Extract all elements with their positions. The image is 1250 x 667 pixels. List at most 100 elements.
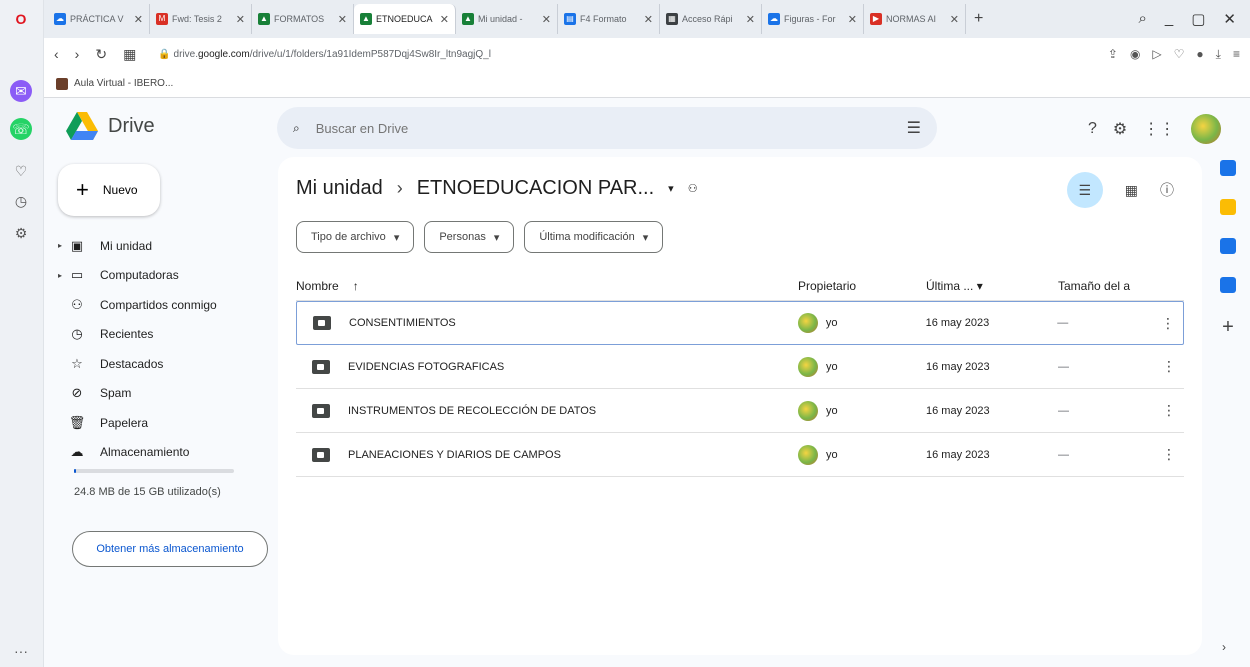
table-row[interactable]: EVIDENCIAS FOTOGRAFICAS yo 16 may 2023 — ⋮ bbox=[296, 345, 1184, 389]
owner-avatar bbox=[797, 313, 818, 333]
url-prefix: drive. bbox=[173, 48, 198, 60]
tasks-icon[interactable] bbox=[1220, 238, 1236, 254]
more-actions-icon[interactable]: ⋮ bbox=[1154, 358, 1184, 375]
search-tabs-icon[interactable]: ⌕ bbox=[1138, 10, 1146, 28]
heart-icon[interactable]: ♡ bbox=[10, 160, 32, 182]
sidebar-item[interactable]: ◷ Recientes bbox=[58, 320, 268, 350]
filter-chip[interactable]: Última modificación ▾ bbox=[524, 221, 664, 253]
whatsapp-icon[interactable]: ☏ bbox=[10, 118, 32, 140]
close-window-icon[interactable]: ✕ bbox=[1223, 10, 1236, 28]
history-icon[interactable]: ◷ bbox=[10, 190, 32, 212]
browser-tab[interactable]: ▲ ETNOEDUCA ✕ bbox=[354, 4, 456, 34]
filter-chip[interactable]: Tipo de archivo ▾ bbox=[296, 221, 415, 253]
search-options-icon[interactable]: ☰ bbox=[907, 118, 921, 138]
browser-tab[interactable]: ▤ F4 Formato ✕ bbox=[558, 4, 660, 34]
sidebar-item[interactable]: ▸ ▣ Mi unidad bbox=[58, 231, 268, 261]
more-actions-icon[interactable]: ⋮ bbox=[1154, 402, 1184, 419]
close-tab-icon[interactable]: ✕ bbox=[950, 13, 959, 26]
close-tab-icon[interactable]: ✕ bbox=[848, 13, 857, 26]
bookmark-link[interactable]: Aula Virtual - IBERO... bbox=[74, 78, 173, 89]
expand-caret-icon[interactable]: ▸ bbox=[58, 241, 66, 250]
column-modified[interactable]: Última ... ▾ bbox=[926, 279, 1058, 293]
table-row[interactable]: CONSENTIMIENTOS yo 16 may 2023 — ⋮ bbox=[296, 301, 1184, 345]
apps-grid-icon[interactable]: ⋮⋮ bbox=[1143, 119, 1175, 139]
more-actions-icon[interactable]: ⋮ bbox=[1154, 446, 1184, 463]
browser-tab[interactable]: ▦ Acceso Rápi ✕ bbox=[660, 4, 762, 34]
avatar[interactable] bbox=[1191, 114, 1222, 144]
get-more-storage-button[interactable]: Obtener más almacenamiento bbox=[72, 531, 268, 567]
tab-overview-icon[interactable]: ▦ bbox=[123, 46, 136, 63]
more-actions-icon[interactable]: ⋮ bbox=[1153, 315, 1183, 332]
filter-chip[interactable]: Personas ▾ bbox=[424, 221, 515, 253]
opera-logo-icon[interactable]: O bbox=[10, 8, 32, 30]
sidebar-item[interactable]: ☁ Almacenamiento bbox=[58, 438, 268, 468]
more-icon[interactable]: ··· bbox=[10, 640, 32, 662]
file-name[interactable]: CONSENTIMIENTOS bbox=[349, 317, 456, 329]
expand-caret-icon[interactable]: ▸ bbox=[58, 271, 66, 280]
close-tab-icon[interactable]: ✕ bbox=[542, 13, 551, 26]
close-tab-icon[interactable]: ✕ bbox=[644, 13, 653, 26]
sidebar-item[interactable]: ▸ ▭ Computadoras bbox=[58, 261, 268, 291]
shared-folder-icon bbox=[313, 316, 331, 330]
new-tab-button[interactable]: + bbox=[966, 10, 991, 28]
send-icon[interactable]: ▷ bbox=[1152, 47, 1161, 62]
grid-view-icon[interactable]: ▦ bbox=[1125, 182, 1138, 199]
browser-tab[interactable]: ▲ Mi unidad - ✕ bbox=[456, 4, 558, 34]
close-tab-icon[interactable]: ✕ bbox=[440, 13, 449, 26]
help-icon[interactable]: ? bbox=[1088, 120, 1097, 138]
browser-tab[interactable]: ▲ FORMATOS ✕ bbox=[252, 4, 354, 34]
folder-dropdown-icon[interactable]: ▾ bbox=[668, 182, 674, 195]
keep-icon[interactable] bbox=[1220, 199, 1236, 215]
sidebar-item[interactable]: ⚇ Compartidos conmigo bbox=[58, 290, 268, 320]
breadcrumb-current-folder[interactable]: ETNOEDUCACION PAR... bbox=[417, 177, 654, 200]
info-icon[interactable]: ⓘ bbox=[1160, 180, 1174, 200]
sidebar-item[interactable]: 🗑 Papelera bbox=[58, 408, 268, 438]
column-size[interactable]: Tamaño del a bbox=[1058, 279, 1154, 293]
file-name[interactable]: PLANEACIONES Y DIARIOS DE CAMPOS bbox=[348, 449, 561, 461]
calendar-icon[interactable] bbox=[1220, 160, 1236, 176]
close-tab-icon[interactable]: ✕ bbox=[236, 13, 245, 26]
browser-tab[interactable]: ▶ NORMAS AI ✕ bbox=[864, 4, 966, 34]
sort-arrow-icon[interactable]: ↑ bbox=[353, 279, 359, 293]
sidebar-item[interactable]: ☆ Destacados bbox=[58, 349, 268, 379]
column-owner[interactable]: Propietario bbox=[798, 279, 926, 293]
snapshot-icon[interactable]: ◉ bbox=[1130, 47, 1140, 62]
download-icon[interactable]: ⤓ bbox=[1216, 47, 1221, 62]
breadcrumb-root[interactable]: Mi unidad bbox=[296, 177, 383, 200]
restore-icon[interactable]: ▢ bbox=[1191, 10, 1205, 28]
file-name[interactable]: EVIDENCIAS FOTOGRAFICAS bbox=[348, 361, 504, 373]
table-row[interactable]: PLANEACIONES Y DIARIOS DE CAMPOS yo 16 may… bbox=[296, 433, 1184, 477]
forward-icon[interactable]: › bbox=[75, 46, 80, 62]
column-name[interactable]: Nombre ↑ bbox=[296, 279, 798, 293]
expand-panel-icon[interactable]: › bbox=[1222, 640, 1226, 654]
search-icon[interactable]: ⌕ bbox=[293, 121, 300, 136]
settings-icon[interactable]: ⚙ bbox=[10, 222, 32, 244]
bookmark-heart-icon[interactable]: ♡ bbox=[1174, 47, 1185, 62]
search-input[interactable] bbox=[315, 120, 891, 136]
close-tab-icon[interactable]: ✕ bbox=[134, 13, 143, 26]
sidebar-item[interactable]: ⊘ Spam bbox=[58, 379, 268, 409]
browser-tab[interactable]: ☁ Figuras - For ✕ bbox=[762, 4, 864, 34]
filter-icon[interactable]: ☰ bbox=[1066, 172, 1103, 208]
minimize-icon[interactable]: _ bbox=[1165, 10, 1173, 28]
reload-icon[interactable]: ↻ bbox=[95, 46, 107, 63]
browser-tab[interactable]: M Fwd: Tesis 2 ✕ bbox=[150, 4, 252, 34]
menu-icon[interactable]: ≡ bbox=[1233, 47, 1240, 62]
close-tab-icon[interactable]: ✕ bbox=[338, 13, 347, 26]
file-name[interactable]: INSTRUMENTOS DE RECOLECCIÓN DE DATOS bbox=[348, 405, 596, 417]
url-field[interactable]: 🔒 drive.google.com/drive/u/1/folders/1a9… bbox=[158, 49, 491, 60]
file-size: — bbox=[1057, 317, 1069, 329]
drive-logo[interactable]: Drive bbox=[66, 112, 155, 140]
profile-icon[interactable]: ● bbox=[1196, 47, 1203, 62]
share-icon[interactable]: ⇪ bbox=[1108, 47, 1118, 62]
settings-gear-icon[interactable]: ⚙ bbox=[1113, 119, 1127, 139]
new-button[interactable]: + Nuevo bbox=[58, 164, 160, 216]
messenger-icon[interactable]: ✉ bbox=[10, 80, 32, 102]
add-app-icon[interactable]: + bbox=[1222, 316, 1234, 339]
close-tab-icon[interactable]: ✕ bbox=[746, 13, 755, 26]
contacts-icon[interactable] bbox=[1220, 277, 1236, 293]
search-bar[interactable]: ⌕ ☰ bbox=[277, 107, 937, 149]
table-row[interactable]: INSTRUMENTOS DE RECOLECCIÓN DE DATOS yo 16… bbox=[296, 389, 1184, 433]
back-icon[interactable]: ‹ bbox=[54, 46, 59, 62]
browser-tab[interactable]: ☁ PRÁCTICA V ✕ bbox=[48, 4, 150, 34]
